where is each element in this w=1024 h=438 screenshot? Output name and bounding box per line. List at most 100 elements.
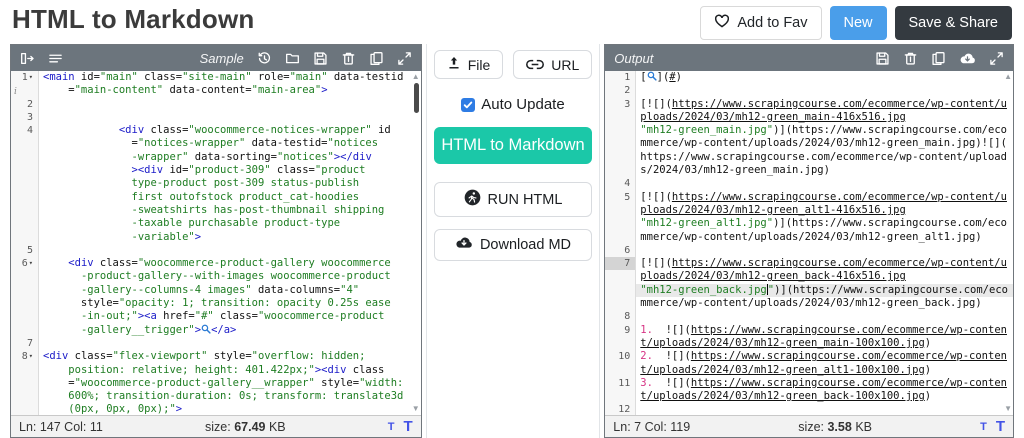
code-row: (0px, 0px, 0px);"> xyxy=(11,403,421,415)
code-row: 4 xyxy=(605,177,1013,190)
code-text: ploads/2024/03/mh12-green_main-416x516.j… xyxy=(636,111,1013,124)
upload-icon xyxy=(447,56,461,73)
code-text: <main id="main" class="site-main" role="… xyxy=(39,71,421,84)
trash-icon[interactable] xyxy=(341,51,356,66)
cloud-download-icon xyxy=(455,236,473,254)
code-row: 600%; transition-duration: 0s; transform… xyxy=(11,390,421,403)
scroll-down-icon[interactable]: ▼ xyxy=(1004,405,1012,413)
url-button[interactable]: URL xyxy=(513,50,592,79)
code-text xyxy=(39,111,421,124)
code-text: first outofstock product_cat-hoodies xyxy=(39,191,421,204)
scroll-up-icon[interactable]: ▲ xyxy=(412,73,420,81)
trash-icon[interactable] xyxy=(903,51,918,66)
expand-icon[interactable] xyxy=(397,51,412,66)
checkbox-check-icon[interactable] xyxy=(461,98,475,112)
code-text: ="woocommerce-product-gallery__wrapper" … xyxy=(39,377,421,390)
code-row: mmerce/wp-content/uploads/2024/03/mh12-g… xyxy=(605,137,1013,150)
code-row: ="notices-wrapper" data-testid="notices xyxy=(11,137,421,150)
gutter-line-number xyxy=(11,377,39,390)
code-row: -product-gallery--with-images woocommerc… xyxy=(11,270,421,283)
save-share-button[interactable]: Save & Share xyxy=(895,6,1012,40)
code-text: t/uploads/2024/03/mh12-green_back-100x10… xyxy=(636,390,1013,403)
code-text: https://www.scrapingcourse.com/ecommerce… xyxy=(636,151,1013,164)
copy-icon[interactable] xyxy=(369,51,384,66)
font-decrease-button[interactable]: T xyxy=(980,421,987,433)
convert-button[interactable]: HTML to Markdown xyxy=(434,127,592,164)
font-increase-button[interactable]: T xyxy=(996,418,1005,435)
auto-update-toggle[interactable]: Auto Update xyxy=(461,96,564,113)
gutter-line-number xyxy=(11,364,39,377)
magnifier-icon xyxy=(201,324,211,336)
gutter-line-number xyxy=(11,403,39,415)
gutter-line-number: 9 xyxy=(605,324,636,337)
magnifier-icon xyxy=(647,71,657,83)
gutter-line-number: 7 xyxy=(11,337,39,350)
font-increase-button[interactable]: T xyxy=(404,418,413,435)
code-text: -product-gallery--with-images woocommerc… xyxy=(39,270,421,283)
code-row: https://www.scrapingcourse.com/ecommerce… xyxy=(605,151,1013,164)
gutter-line-number xyxy=(605,364,636,377)
add-to-fav-label: Add to Fav xyxy=(737,15,807,31)
gutter-line-number xyxy=(11,151,39,164)
code-text: "mh12-green_main.jpg")](https://www.scra… xyxy=(636,124,1013,137)
copy-icon[interactable] xyxy=(931,51,946,66)
gutter-line-number xyxy=(11,191,39,204)
code-text: "mh12-green_alt1.jpg")](https://www.scra… xyxy=(636,217,1013,230)
markdown-output-editor[interactable]: ▲ ▼ 1[](#)2 3[![](https://www.scrapingco… xyxy=(605,71,1013,415)
code-row: 6▾ <div class="woocommerce-product-galle… xyxy=(11,257,421,270)
code-text xyxy=(636,177,1013,190)
gutter-line-number: 1 xyxy=(605,71,636,84)
scrollbar-thumb[interactable] xyxy=(414,83,419,113)
code-text: <div class="woocommerce-notices-wrapper"… xyxy=(39,124,421,137)
code-text: 600%; transition-duration: 0s; transform… xyxy=(39,390,421,403)
new-button[interactable]: New xyxy=(830,6,887,40)
output-label: Output xyxy=(614,51,653,66)
code-row: position: relative; height: 401.422px;">… xyxy=(11,364,421,377)
code-row: 113. ![](https://www.scrapingcourse.com/… xyxy=(605,377,1013,390)
info-marker-icon: i xyxy=(14,87,17,97)
save-icon[interactable] xyxy=(875,51,890,66)
scroll-up-icon[interactable]: ▲ xyxy=(1004,73,1012,81)
code-text: [![](https://www.scrapingcourse.com/ecom… xyxy=(636,191,1013,204)
code-row: ploads/2024/03/mh12-green_main-416x516.j… xyxy=(605,111,1013,124)
scroll-down-icon[interactable]: ▼ xyxy=(412,405,420,413)
code-row: 2 xyxy=(605,84,1013,97)
code-text: s/2024/03/mh12-green_main.jpg) xyxy=(636,164,1013,177)
code-row: 5 xyxy=(11,244,421,257)
font-decrease-button[interactable]: T xyxy=(388,421,395,433)
code-row: style="opacity: 1; transition: opacity 0… xyxy=(11,297,421,310)
gutter-line-number: 6 xyxy=(605,244,636,257)
gutter-line-number: 7 xyxy=(605,257,636,270)
gutter-line-number xyxy=(605,151,636,164)
code-row: 7 xyxy=(11,337,421,350)
run-html-button[interactable]: RUN HTML xyxy=(434,182,592,217)
html-editor[interactable]: i ▲ ▼ 1▾<main id="main" class="site-main… xyxy=(11,71,421,415)
code-text: t/uploads/2024/03/mh12-green_main-100x10… xyxy=(636,337,1013,350)
history-icon[interactable] xyxy=(257,51,272,66)
page-title: HTML to Markdown xyxy=(12,4,254,35)
add-to-fav-button[interactable]: Add to Fav xyxy=(700,6,821,40)
actions-column: File URL Auto Update HTML to Markdown RU… xyxy=(426,44,601,438)
save-icon[interactable] xyxy=(313,51,328,66)
gutter-line-number xyxy=(11,217,39,230)
gutter-line-number: 3 xyxy=(605,98,636,111)
cloud-download-icon[interactable] xyxy=(959,51,976,66)
indent-icon[interactable] xyxy=(20,51,35,66)
code-row: t/uploads/2024/03/mh12-green_alt1-100x10… xyxy=(605,364,1013,377)
code-row: type-product post-309 status-publish xyxy=(11,177,421,190)
folder-icon[interactable] xyxy=(285,51,300,66)
expand-icon[interactable] xyxy=(989,51,1004,66)
code-text: -taxable purchasable product-type xyxy=(39,217,421,230)
menu-icon[interactable] xyxy=(48,51,63,66)
gutter-line-number: 5 xyxy=(605,191,636,204)
code-text: "mh12-green_back.jpg")](https://www.scra… xyxy=(636,284,1013,297)
code-text: -gallery--columns-4 images" data-columns… xyxy=(39,284,421,297)
gutter-line-number xyxy=(11,390,39,403)
gutter-line-number xyxy=(605,124,636,137)
gutter-line-number xyxy=(11,297,39,310)
gutter-line-number xyxy=(605,204,636,217)
file-button[interactable]: File xyxy=(434,50,504,79)
code-row: mmerce/wp-content/uploads/2024/03/mh12-g… xyxy=(605,297,1013,310)
code-text: [![](https://www.scrapingcourse.com/ecom… xyxy=(636,257,1013,270)
download-md-button[interactable]: Download MD xyxy=(434,229,592,261)
